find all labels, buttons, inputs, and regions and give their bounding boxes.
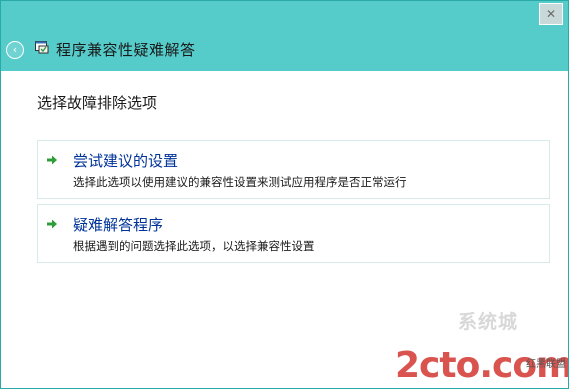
page-heading: 选择故障排除选项: [37, 94, 158, 112]
window-title: 程序兼容性疑难解答: [56, 41, 196, 59]
compatibility-app-icon: [35, 41, 49, 54]
site-watermark: 系统城 2cto.com 红黑联盟: [393, 303, 568, 388]
option-try-recommended-settings[interactable]: 尝试建议的设置 选择此选项以使用建议的兼容性设置来测试应用程序是否正常运行: [37, 140, 550, 199]
title-bar: ✕ ‹ 程序兼容性疑难解答: [1, 1, 568, 71]
close-button[interactable]: ✕: [539, 3, 563, 25]
watermark-logo-text: 系统城: [457, 311, 518, 333]
option-description: 选择此选项以使用建议的兼容性设置来测试应用程序是否正常运行: [73, 175, 407, 189]
green-arrow-icon: [47, 219, 57, 229]
troubleshooter-window: ✕ ‹ 程序兼容性疑难解答 选择故障排除选项 尝试建议的设置 选择此选项以使用建…: [0, 0, 569, 389]
option-title: 尝试建议的设置: [73, 152, 179, 170]
option-troubleshoot-program[interactable]: 疑难解答程序 根据遇到的问题选择此选项，以选择兼容性设置: [37, 204, 550, 263]
green-arrow-icon: [47, 155, 57, 165]
option-description: 根据遇到的问题选择此选项，以选择兼容性设置: [73, 239, 315, 253]
watermark-brand: 红黑联盟: [526, 359, 566, 370]
back-button[interactable]: ‹: [6, 41, 24, 59]
option-title: 疑难解答程序: [73, 216, 164, 234]
